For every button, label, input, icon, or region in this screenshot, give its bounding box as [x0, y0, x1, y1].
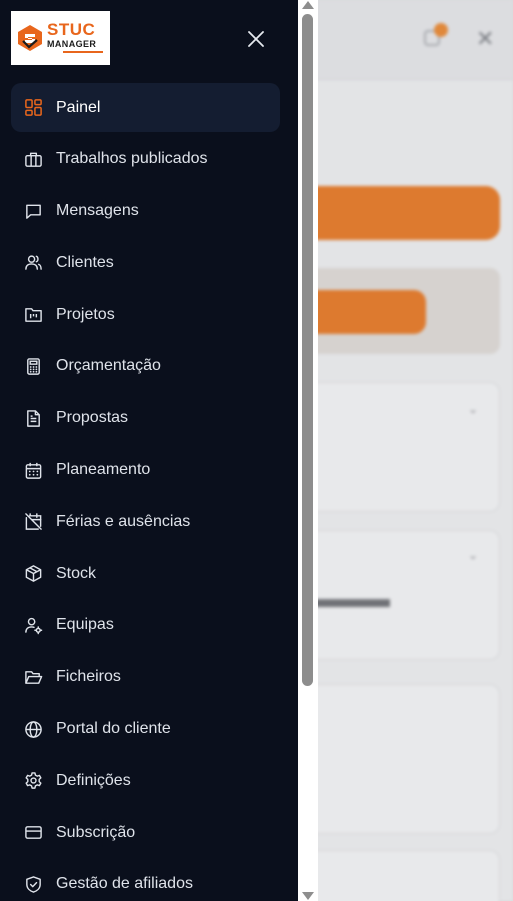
sidebar-item-equipas[interactable]: Equipas — [11, 601, 280, 650]
sidebar-item-label: Clientes — [56, 253, 114, 271]
sidebar-item-trabalhos-publicados[interactable]: Trabalhos publicados — [11, 135, 280, 184]
sidebar-item-label: Equipas — [56, 616, 114, 634]
sidebar-item-label: Gestão de afiliados — [56, 875, 193, 893]
sidebar-item-label: Mensagens — [56, 202, 139, 220]
logo[interactable]: STUC MANAGER — [11, 11, 110, 65]
drawer-scrollbar[interactable] — [298, 0, 318, 901]
logo-text-top: STUC — [47, 20, 96, 39]
dashboard-grid-icon — [24, 98, 43, 117]
sidebar-item-label: Planeamento — [56, 461, 151, 479]
sidebar-item-label: Propostas — [56, 409, 129, 427]
sidebar-item-propostas[interactable]: Propostas — [11, 394, 280, 443]
logo-underline — [63, 51, 103, 53]
logo-text-bottom: MANAGER — [47, 39, 97, 49]
sidebar-item-label: Orçamentação — [56, 357, 161, 375]
sidebar-item-label: Ficheiros — [56, 668, 121, 686]
sidebar-item-planeamento[interactable]: Planeamento — [11, 446, 280, 495]
sidebar-item-label: Projetos — [56, 305, 115, 323]
user-cog-icon — [24, 616, 43, 635]
users-icon — [24, 253, 43, 272]
background-card-chevron-icon: ⌄ — [468, 402, 479, 416]
package-icon — [24, 564, 43, 583]
sidebar-item-mensagens[interactable]: Mensagens — [11, 187, 280, 236]
calendar-off-icon — [24, 512, 43, 531]
background-card — [290, 684, 500, 834]
background-stat-blur: ▬▬▬ — [312, 583, 390, 613]
logo-mark-icon — [18, 25, 42, 51]
background-card-chevron-icon: ⌄ — [468, 548, 479, 562]
notification-badge — [434, 23, 448, 37]
credit-card-icon — [24, 823, 43, 842]
shield-check-icon — [24, 875, 43, 894]
close-drawer-button[interactable] — [242, 25, 270, 53]
sidebar-item-label: Definições — [56, 771, 131, 789]
sidebar-item-label: Painel — [56, 98, 101, 116]
sidebar-item-label: Trabalhos publicados — [56, 150, 208, 168]
message-square-icon — [24, 202, 43, 221]
sidebar-item-gestao-de-afiliados[interactable]: Gestão de afiliados — [11, 860, 280, 901]
background-active-tab — [300, 290, 426, 334]
sidebar-item-projetos[interactable]: Projetos — [11, 290, 280, 339]
background-close-icon: ✕ — [476, 26, 495, 51]
sidebar-item-ficheiros[interactable]: Ficheiros — [11, 653, 280, 702]
sidebar-item-label: Portal do cliente — [56, 720, 171, 738]
sidebar-item-ferias-e-ausencias[interactable]: Férias e ausências — [11, 497, 280, 546]
sidebar-item-definicoes[interactable]: Definições — [11, 756, 280, 805]
file-text-icon — [24, 409, 43, 428]
sidebar-item-stock[interactable]: Stock — [11, 549, 280, 598]
close-icon — [248, 31, 264, 47]
folder-open-icon — [24, 668, 43, 687]
sidebar-item-label: Férias e ausências — [56, 512, 191, 530]
background-card — [290, 850, 500, 901]
globe-icon — [24, 720, 43, 739]
sidebar-nav: Painel Trabalhos publicados Mensagens Cl… — [11, 83, 280, 901]
briefcase-icon — [24, 150, 43, 169]
sidebar-item-portal-do-cliente[interactable]: Portal do cliente — [11, 705, 280, 754]
sidebar-item-clientes[interactable]: Clientes — [11, 238, 280, 287]
sidebar-item-label: Stock — [56, 564, 97, 582]
gear-icon — [24, 771, 43, 790]
scrollbar-thumb[interactable] — [302, 14, 313, 686]
calculator-icon — [24, 357, 43, 376]
sidebar-item-label: Subscrição — [56, 823, 136, 841]
calendar-icon — [24, 461, 43, 480]
sidebar-item-orcamentacao[interactable]: Orçamentação — [11, 342, 280, 391]
background-cta-button — [290, 186, 500, 240]
sidebar-item-painel[interactable]: Painel — [11, 83, 280, 132]
scroll-down-arrow-icon[interactable] — [302, 892, 314, 900]
sidebar-item-subscricao[interactable]: Subscrição — [11, 808, 280, 857]
folder-kanban-icon — [24, 305, 43, 324]
scroll-up-arrow-icon[interactable] — [302, 1, 314, 9]
navigation-drawer: STUC MANAGER Painel Trabalhos publicados… — [0, 0, 298, 901]
